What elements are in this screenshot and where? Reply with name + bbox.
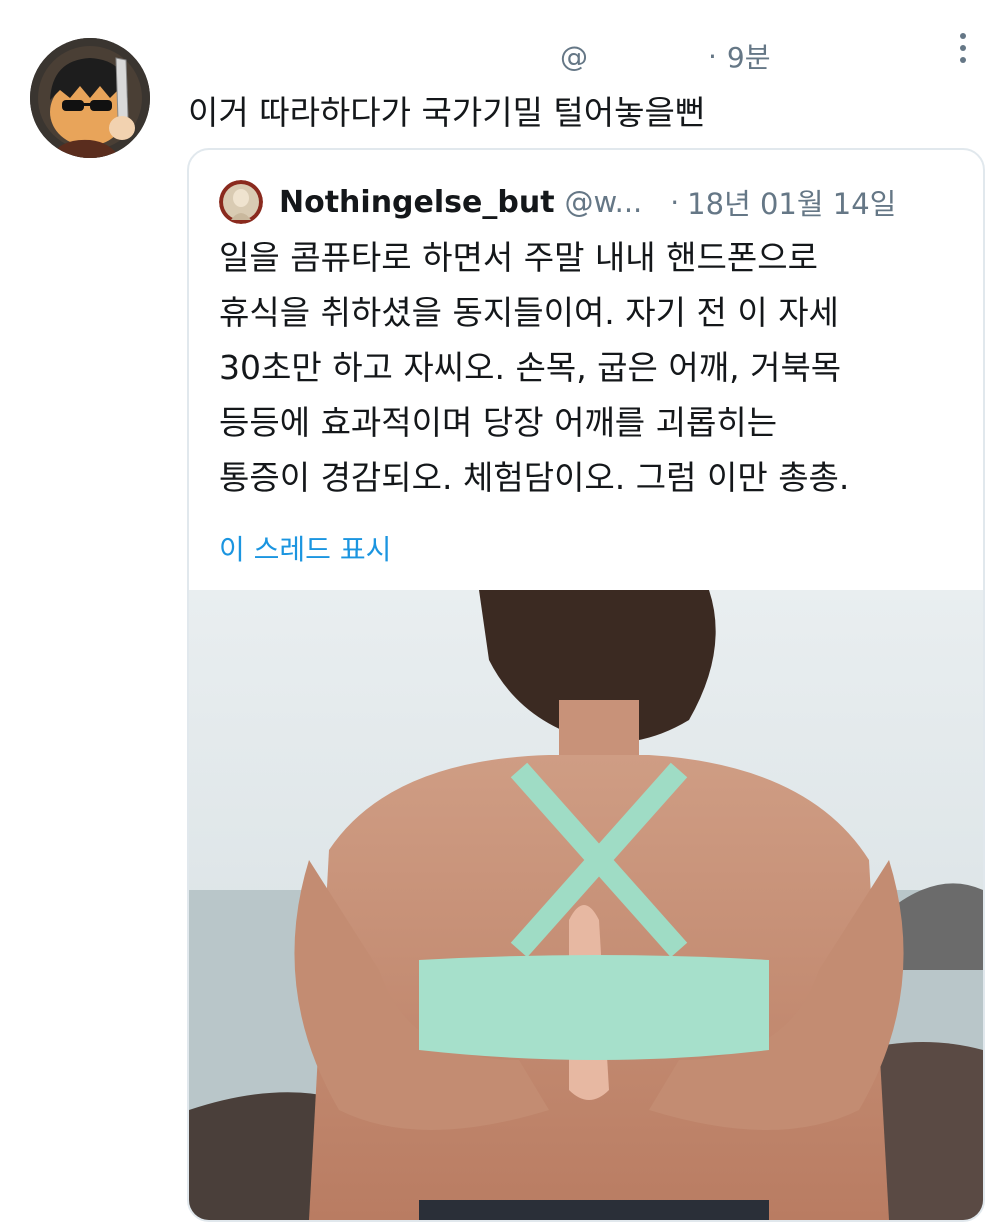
more-vertical-icon[interactable] [952, 30, 974, 70]
quoted-tweet-header: Nothingelse_but @w... · 18년 01월 14일 [219, 180, 896, 224]
avatar-image [30, 38, 150, 158]
quoted-display-name[interactable]: Nothingelse_but [279, 185, 555, 220]
quoted-line: 일을 콤퓨타로 하면서 주말 내내 핸드폰으로 [219, 238, 818, 277]
tweet-meta: @ · 9분 [560, 36, 770, 76]
tweet-timestamp[interactable]: 9분 [727, 36, 771, 76]
quoted-line: 휴식을 취하셨을 동지들이여. 자기 전 이 자세 [219, 293, 839, 332]
quoted-date: 18년 01월 14일 [687, 187, 897, 221]
portrait-icon [219, 180, 263, 224]
quoted-line: 등등에 효과적이며 당장 어깨를 괴롭히는 [219, 403, 778, 442]
quoted-avatar[interactable] [219, 180, 263, 224]
tweet-text: 이거 따라하다가 국가기밀 털어놓을뻔 [188, 93, 706, 132]
yoga-back-photo [189, 590, 983, 1220]
quoted-line: 통증이 경감되오. 체험담이오. 그럼 이만 총총. [219, 458, 850, 497]
author-handle[interactable]: @ [560, 40, 588, 73]
quoted-tweet-text: 일을 콤퓨타로 하면서 주말 내내 핸드폰으로 휴식을 취하셨을 동지들이여. … [219, 230, 959, 505]
quoted-handle[interactable]: @w... [565, 185, 643, 219]
avatar[interactable] [30, 38, 150, 158]
quoted-photo[interactable] [189, 590, 983, 1220]
show-thread-link[interactable]: 이 스레드 표시 [219, 528, 391, 568]
meta-separator: · [708, 39, 717, 73]
quoted-line: 30초만 하고 자씨오. 손목, 굽은 어깨, 거북목 [219, 348, 842, 387]
quoted-meta-separator: · [670, 185, 680, 219]
quoted-tweet-card[interactable]: Nothingelse_but @w... · 18년 01월 14일 일을 콤… [187, 148, 985, 1222]
